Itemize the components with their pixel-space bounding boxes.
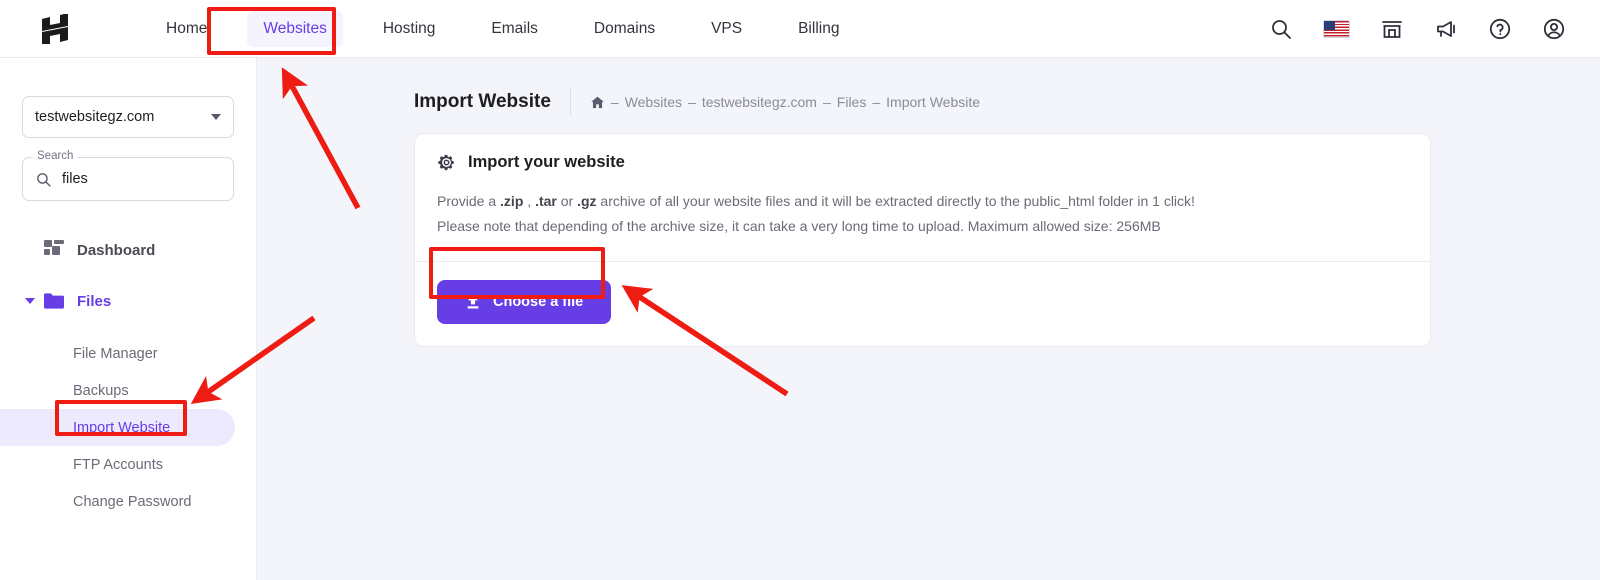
breadcrumb-separator: – (872, 94, 881, 110)
breadcrumb-separator: – (688, 94, 696, 110)
search-icon[interactable] (1269, 17, 1293, 41)
gear-icon (438, 154, 454, 171)
nav-item-emails[interactable]: Emails (475, 11, 554, 47)
dashboard-grid-icon (44, 240, 64, 255)
card-description-line-2: Please note that depending of the archiv… (437, 218, 1161, 234)
desc-mid-2: or (556, 193, 578, 209)
upload-icon (467, 294, 479, 309)
top-nav-right-icons (1269, 17, 1566, 41)
sidebar-item-file-manager-label: File Manager (73, 345, 158, 362)
desc-mid-1: , (523, 193, 536, 209)
breadcrumb-item-import-website: Import Website (886, 94, 981, 110)
page-title: Import Website (414, 91, 551, 112)
card-description: Provide a .zip , .tar or .gz archive of … (437, 189, 1408, 239)
sidebar-item-change-password[interactable]: Change Password (0, 483, 257, 520)
card-title: Import your website (468, 153, 625, 171)
sidebar-item-dashboard-label: Dashboard (77, 241, 156, 259)
sidebar-item-ftp-accounts[interactable]: FTP Accounts (0, 446, 257, 483)
sidebar-item-ftp-accounts-label: FTP Accounts (73, 456, 163, 473)
nav-item-billing[interactable]: Billing (782, 11, 855, 47)
sidebar-item-backups[interactable]: Backups (0, 372, 257, 409)
sidebar-search-label: Search (33, 150, 78, 162)
breadcrumb: – Websites – testwebsitegz.com – Files –… (590, 94, 980, 110)
search-input[interactable] (62, 171, 202, 187)
chevron-down-icon (25, 298, 35, 304)
sidebar-search-field[interactable]: Search (22, 150, 234, 201)
nav-item-hosting[interactable]: Hosting (367, 11, 452, 47)
sidebar-item-change-password-label: Change Password (73, 493, 192, 510)
card-body: Import your website Provide a .zip , .ta… (415, 134, 1430, 261)
sidebar: testwebsitegz.com Search Dashboard Files (0, 58, 257, 580)
breadcrumb-separator: – (610, 94, 619, 110)
choose-a-file-button-label: Choose a file (493, 294, 584, 310)
nav-item-domains[interactable]: Domains (578, 11, 671, 47)
card-description-line-1: Provide a .zip , .tar or .gz archive of … (437, 189, 1408, 214)
hostinger-logo[interactable] (38, 12, 72, 46)
nav-item-home[interactable]: Home (150, 11, 223, 47)
folder-icon (44, 293, 64, 309)
home-icon[interactable] (590, 95, 605, 110)
search-icon (37, 172, 51, 187)
format-gz: .gz (577, 193, 597, 209)
sidebar-item-import-website-label: Import Website (73, 419, 171, 436)
choose-a-file-button[interactable]: Choose a file (437, 280, 612, 324)
sidebar-item-file-manager[interactable]: File Manager (0, 335, 257, 372)
top-navigation-bar: Home Websites Hosting Emails Domains VPS… (0, 0, 1600, 58)
sidebar-item-files-label: Files (77, 292, 112, 310)
desc-post: archive of all your website files and it… (596, 193, 1195, 209)
domain-selector[interactable]: testwebsitegz.com (22, 96, 234, 138)
format-zip: .zip (500, 193, 524, 209)
import-website-card: Import your website Provide a .zip , .ta… (414, 133, 1431, 347)
format-tar: .tar (535, 193, 557, 209)
help-circle-icon[interactable] (1488, 17, 1512, 41)
nav-item-websites[interactable]: Websites (247, 10, 343, 47)
breadcrumb-item-domain[interactable]: testwebsitegz.com (702, 94, 817, 110)
main-nav-items: Home Websites Hosting Emails Domains VPS… (150, 10, 879, 47)
chevron-down-icon (211, 114, 221, 120)
main-content-area: Import Website – Websites – testwebsiteg… (257, 58, 1600, 580)
card-header: Import your website (437, 153, 1408, 172)
sidebar-item-files[interactable]: Files (0, 284, 257, 318)
megaphone-icon[interactable] (1434, 17, 1458, 41)
header-divider (569, 89, 571, 115)
store-icon[interactable] (1380, 17, 1404, 41)
page-header: Import Website – Websites – testwebsiteg… (414, 89, 980, 115)
sidebar-nav-list: Dashboard Files File Manager Backups Imp… (0, 233, 257, 520)
desc-pre: Provide a (437, 193, 501, 209)
sidebar-item-dashboard[interactable]: Dashboard (0, 233, 257, 267)
domain-selector-value: testwebsitegz.com (35, 109, 155, 125)
sidebar-item-import-website[interactable]: Import Website (0, 409, 257, 446)
breadcrumb-separator: – (822, 94, 831, 110)
nav-item-vps[interactable]: VPS (695, 11, 758, 47)
sidebar-item-backups-label: Backups (73, 382, 129, 399)
card-footer: Choose a file (415, 261, 1430, 346)
breadcrumb-item-files[interactable]: Files (837, 94, 867, 110)
hostinger-logo-icon (42, 12, 68, 46)
account-avatar-icon[interactable] (1542, 17, 1566, 41)
breadcrumb-item-websites[interactable]: Websites (625, 94, 682, 110)
flag-us-icon[interactable] (1323, 19, 1350, 38)
